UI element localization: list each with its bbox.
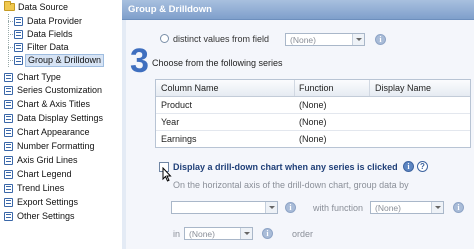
column-divider <box>294 80 295 96</box>
info-icon[interactable]: i <box>262 228 273 239</box>
tree-item-label: Series Customization <box>17 85 103 95</box>
panel-body: distinct values from field (None) i 3 Ch… <box>126 20 474 249</box>
cell-column-name: Earnings <box>161 134 197 144</box>
cell-column-name: Year <box>161 117 180 127</box>
distinct-values-label: distinct values from field <box>173 34 270 44</box>
page-icon <box>4 142 13 151</box>
with-function-label: with function <box>313 203 364 213</box>
page-icon <box>4 170 13 179</box>
table-row[interactable]: Earnings (None) <box>156 131 470 147</box>
table-row[interactable]: Product (None) <box>156 97 470 114</box>
tree-item-label: Data Display Settings <box>17 113 104 123</box>
distinct-values-radio[interactable] <box>160 34 169 43</box>
tree-connector <box>8 47 13 48</box>
grid-header: Column Name Function Display Name <box>156 80 470 97</box>
chevron-down-icon <box>352 34 364 45</box>
horizontal-axis-text: On the horizontal axis of the drill-down… <box>173 180 409 190</box>
tree-item-label: Chart Legend <box>17 169 72 179</box>
page-icon <box>4 86 13 95</box>
tree-connector <box>8 60 13 61</box>
chevron-down-icon <box>240 228 252 239</box>
settings-tree: Data Source Data Provider Data Fields Fi… <box>0 0 123 249</box>
order-label: order <box>292 229 314 239</box>
tree-connector <box>8 21 13 22</box>
drilldown-label: Display a drill-down chart when any seri… <box>173 162 398 172</box>
page-icon <box>4 128 13 137</box>
panel-title: Group & Drilldown <box>128 4 212 15</box>
page-icon <box>14 30 23 39</box>
info-icon[interactable]: i <box>375 34 386 45</box>
tree-item-label: Trend Lines <box>17 183 65 193</box>
page-icon <box>4 100 13 109</box>
tree-item-label: Other Settings <box>17 211 75 221</box>
cell-column-name: Product <box>161 100 193 110</box>
tree-item-label: Filter Data <box>27 42 69 52</box>
info-icon[interactable]: i <box>285 202 296 213</box>
tree-item-label: Data Provider <box>27 16 83 26</box>
step-number: 3 <box>130 42 149 80</box>
tree-item-label: Export Settings <box>17 197 79 207</box>
info-icon[interactable]: i <box>453 202 464 213</box>
tree-connector <box>8 34 13 35</box>
tree-item-label: Chart Type <box>17 72 61 82</box>
page-icon <box>4 156 13 165</box>
page-icon <box>4 198 13 207</box>
select-value: (None) <box>375 203 401 213</box>
folder-open-icon <box>4 1 15 11</box>
info-icon[interactable]: i <box>403 161 414 172</box>
page-icon <box>14 17 23 26</box>
tree-item-label: Axis Grid Lines <box>17 155 78 165</box>
chevron-down-icon <box>431 202 443 213</box>
tree-item-label: Number Formatting <box>17 141 95 151</box>
function-select[interactable]: (None) <box>370 201 444 214</box>
page-icon <box>14 43 23 52</box>
cell-function[interactable]: (None) <box>299 134 327 144</box>
page-icon <box>4 114 13 123</box>
chevron-down-icon <box>265 202 277 213</box>
tree-item-label: Group & Drilldown <box>25 54 105 67</box>
header-function: Function <box>299 83 334 93</box>
group-by-field-select[interactable] <box>171 201 278 214</box>
cell-function[interactable]: (None) <box>299 117 327 127</box>
select-value: (None) <box>189 229 215 239</box>
help-icon[interactable]: ? <box>417 161 428 172</box>
select-value: (None) <box>290 35 316 45</box>
tree-item-label: Chart & Axis Titles <box>17 99 91 109</box>
tree-item-label: Data Source <box>18 2 69 12</box>
header-column-name: Column Name <box>161 83 219 93</box>
mouse-pointer-icon <box>162 167 172 182</box>
cell-function[interactable]: (None) <box>299 100 327 110</box>
header-display-name: Display Name <box>375 83 432 93</box>
series-grid: Column Name Function Display Name Produc… <box>155 79 471 148</box>
page-icon <box>14 56 23 65</box>
table-row[interactable]: Year (None) <box>156 114 470 131</box>
column-divider <box>369 80 370 96</box>
page-icon <box>4 73 13 82</box>
tree-item-label: Data Fields <box>27 29 73 39</box>
tree-item-label: Chart Appearance <box>17 127 90 137</box>
order-select[interactable]: (None) <box>184 227 253 240</box>
page-icon <box>4 184 13 193</box>
in-label: in <box>173 229 181 239</box>
distinct-field-select[interactable]: (None) <box>285 33 365 46</box>
step-instruction: Choose from the following series <box>152 58 283 68</box>
group-drilldown-panel: Group & Drilldown distinct values from f… <box>122 0 474 249</box>
page-icon <box>4 212 13 221</box>
panel-header: Group & Drilldown <box>122 0 474 20</box>
